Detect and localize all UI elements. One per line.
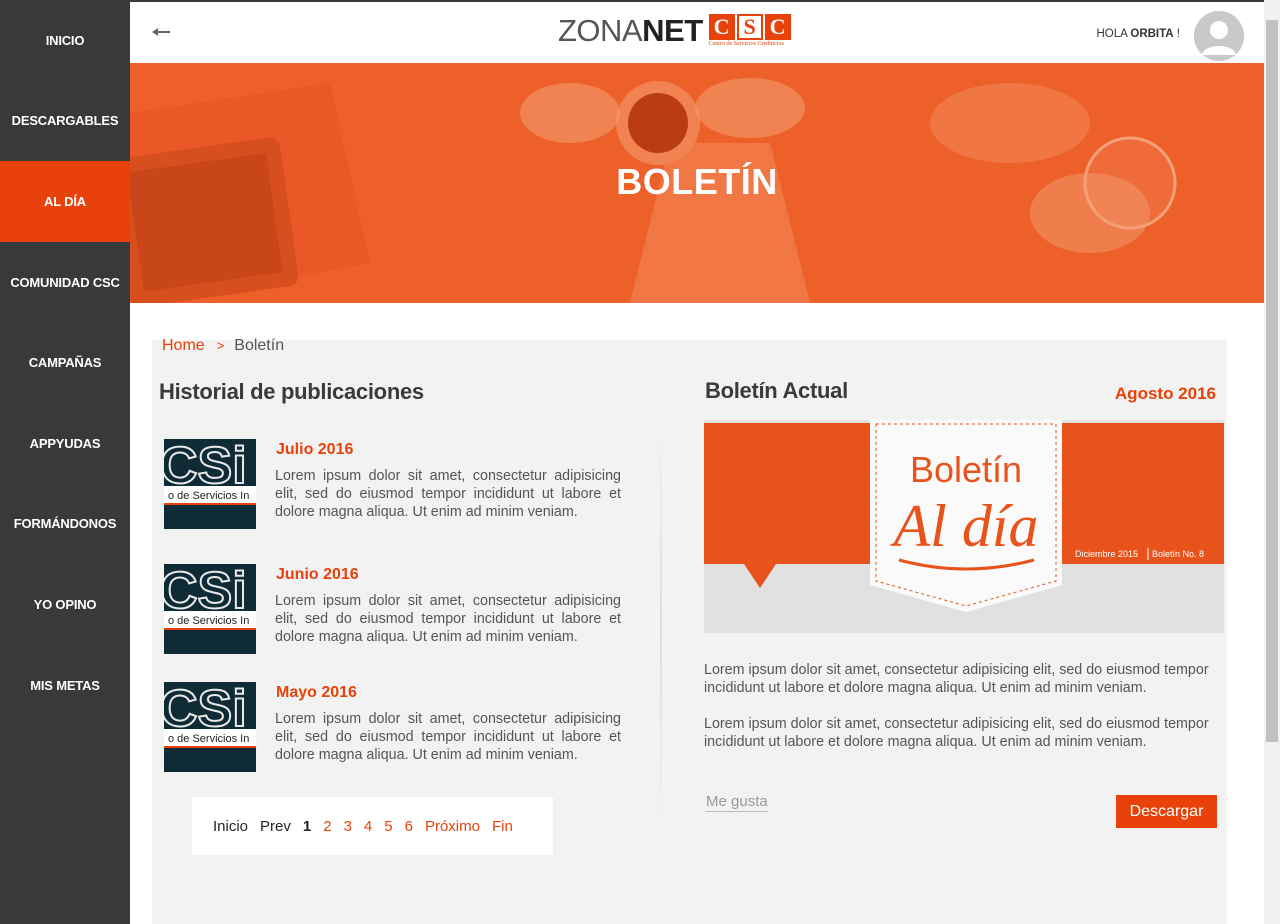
sidebar-item-appyudas[interactable]: APPYUDAS — [0, 403, 130, 484]
greeting-prefix: HOLA — [1096, 28, 1131, 40]
sidebar-item-formandonos[interactable]: FORMÁNDONOS — [0, 484, 130, 565]
pagination-page[interactable]: 2 — [323, 818, 331, 835]
publication-summary: Lorem ipsum dolor sit amet, consectetur … — [275, 468, 621, 520]
column-divider — [660, 425, 662, 827]
bulletin-cover-image[interactable]: Boletín Al día Diciembre 2015 Boletín No… — [704, 420, 1224, 633]
pagination-prev[interactable]: Prev — [260, 818, 291, 835]
sidebar-item-yo-opino[interactable]: YO OPINO — [0, 564, 130, 645]
breadcrumb-home-link[interactable]: Home — [162, 337, 205, 354]
logo-zona: ZONA — [558, 13, 643, 48]
zonanet-logo[interactable]: ZONA NET C S C Centro de Servicios Credi… — [558, 14, 791, 54]
logo-net: NET — [642, 13, 703, 48]
pagination-page[interactable]: 4 — [364, 818, 372, 835]
pagination-page[interactable]: 6 — [405, 818, 413, 835]
csc-thumbnail-image: CSi o de Servicios In — [164, 564, 256, 654]
bulletin-cover-art: Boletín Al día Diciembre 2015 Boletín No… — [704, 420, 1224, 633]
top-header: ZONA NET C S C Centro de Servicios Credi… — [130, 0, 1264, 63]
current-bulletin-title: Boletín Actual — [705, 378, 848, 403]
csc-thumbnail-image: CSi o de Servicios In — [164, 682, 256, 772]
publication-item[interactable]: CSi o de Servicios In Junio 2016 Lorem i… — [164, 564, 624, 656]
sidebar-item-campanas[interactable]: CAMPAÑAS — [0, 322, 130, 403]
publication-thumbnail[interactable]: CSi o de Servicios In — [164, 682, 256, 772]
thumbnail-caption: o de Servicios In — [168, 615, 249, 627]
csc-letter: C — [708, 14, 735, 40]
bulletin-paragraph: Lorem ipsum dolor sit amet, consectetur … — [704, 716, 1209, 750]
pagination-page[interactable]: 5 — [384, 818, 392, 835]
publication-title[interactable]: Mayo 2016 — [276, 684, 357, 702]
like-link[interactable]: Me gusta — [706, 793, 768, 812]
hero-banner: BOLETÍN — [130, 63, 1264, 303]
breadcrumb-current: Boletín — [234, 337, 285, 354]
csc-letter: C — [764, 14, 791, 40]
sidebar-item-comunidad-csc[interactable]: COMUNIDAD CSC — [0, 242, 130, 323]
breadcrumb: Home > Boletín — [162, 337, 284, 355]
pagination-page[interactable]: 3 — [344, 818, 352, 835]
thumbnail-caption: o de Servicios In — [168, 733, 249, 745]
page-title: BOLETÍN — [616, 161, 778, 202]
cover-issue: Boletín No. 8 — [1152, 549, 1204, 559]
publication-summary: Lorem ipsum dolor sit amet, consectetur … — [275, 711, 621, 763]
pagination: Inicio Prev 1 2 3 4 5 6 Próximo Fin — [192, 797, 553, 855]
cover-date: Diciembre 2015 — [1075, 549, 1138, 559]
publication-summary: Lorem ipsum dolor sit amet, consectetur … — [275, 593, 621, 645]
csc-thumbnail-image: CSi o de Servicios In — [164, 439, 256, 529]
publication-item[interactable]: CSi o de Servicios In Julio 2016 Lorem i… — [164, 439, 624, 531]
pagination-first[interactable]: Inicio — [213, 818, 248, 835]
current-bulletin-date: Agosto 2016 — [1114, 384, 1216, 403]
sidebar-item-mis-metas[interactable]: MIS METAS — [0, 645, 130, 726]
sidebar-item-descargables[interactable]: DESCARGABLES — [0, 81, 130, 162]
bulletin-paragraph: Lorem ipsum dolor sit amet, consectetur … — [704, 662, 1209, 696]
user-silhouette-icon — [1194, 11, 1244, 61]
publication-thumbnail[interactable]: CSi o de Servicios In — [164, 439, 256, 529]
back-arrow-icon[interactable] — [150, 22, 172, 42]
publication-title[interactable]: Junio 2016 — [276, 566, 359, 584]
pagination-last[interactable]: Fin — [492, 818, 513, 835]
csc-subtitle: Centro de Servicios Crediticios — [708, 41, 784, 47]
greeting-suffix: ! — [1173, 28, 1180, 40]
pagination-next[interactable]: Próximo — [425, 818, 480, 835]
cover-title-line-1: Boletín — [910, 449, 1022, 490]
avatar[interactable] — [1194, 11, 1244, 61]
download-button[interactable]: Descargar — [1116, 795, 1217, 828]
history-title: Historial de publicaciones — [159, 379, 424, 404]
sidebar-item-al-dia[interactable]: AL DÍA — [0, 161, 130, 242]
publication-item[interactable]: CSi o de Servicios In Mayo 2016 Lorem ip… — [164, 682, 624, 774]
csc-letter: S — [736, 14, 763, 40]
cover-title-line-2: Al día — [890, 493, 1039, 559]
publication-thumbnail[interactable]: CSi o de Servicios In — [164, 564, 256, 654]
csc-logo: C S C Centro de Servicios Crediticios — [708, 14, 791, 47]
breadcrumb-separator: > — [216, 338, 225, 353]
sidebar-item-inicio[interactable]: INICIO — [0, 0, 130, 81]
publication-title[interactable]: Julio 2016 — [276, 441, 353, 459]
user-greeting: HOLA ORBITA ! — [1096, 28, 1180, 40]
greeting-username: ORBITA — [1130, 28, 1174, 40]
sidebar: INICIO DESCARGABLES AL DÍA COMUNIDAD CSC… — [0, 0, 130, 924]
scrollbar-thumb[interactable] — [1266, 20, 1278, 742]
thumbnail-caption: o de Servicios In — [168, 490, 249, 502]
pagination-page[interactable]: 1 — [303, 818, 311, 835]
